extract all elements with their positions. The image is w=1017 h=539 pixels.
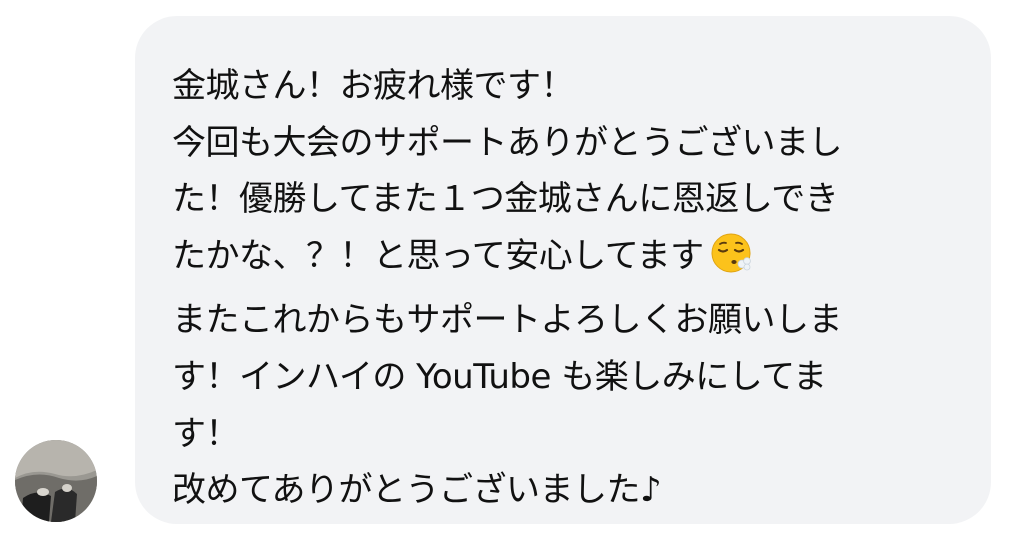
message-line: またこれからもサポートよろしくお願いしま [172, 300, 843, 341]
sender-avatar[interactable] [15, 440, 97, 522]
message-line-with-emoji: たかな、？！と思って安心してます [172, 228, 955, 293]
message-line: 金城さん！お疲れ様です！ [172, 66, 575, 106]
avatar-photo [15, 440, 97, 522]
message-line: 改めてありがとうございました♪ [172, 470, 662, 511]
message-line: す！インハイの YouTube も楽しみにしてま [172, 356, 827, 397]
face-exhaling-emoji-icon [710, 231, 754, 293]
message-line: 今回も大会のサポートありがとうございまし [172, 122, 843, 163]
chat-message-row: 金城さん！お疲れ様です！ 今回も大会のサポートありがとうございまし た！優勝して… [0, 0, 1017, 539]
message-line: た！優勝してまた１つ金城さんに恩返しでき [172, 179, 839, 220]
message-line: す！ [172, 413, 240, 454]
message-line-text: たかな、？！と思って安心してます [172, 235, 704, 276]
message-bubble[interactable]: 金城さん！お疲れ様です！ 今回も大会のサポートありがとうございまし た！優勝して… [135, 16, 991, 524]
